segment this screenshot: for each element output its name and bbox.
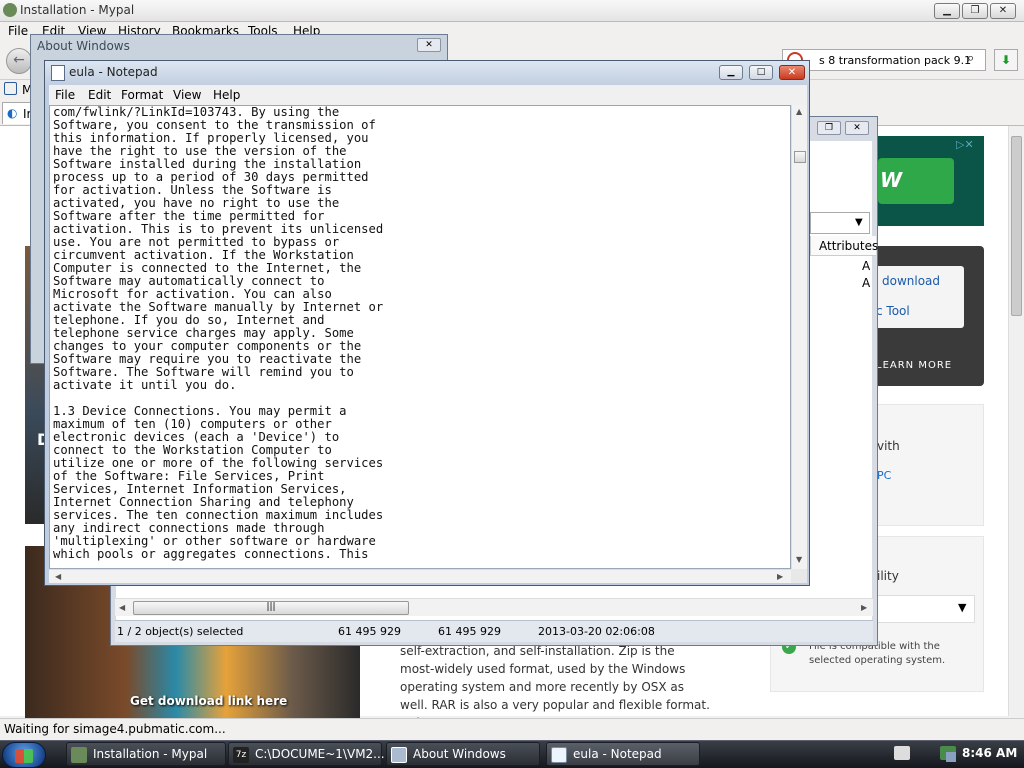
explorer-close-button[interactable]: ✕ [845,121,869,135]
notepad-vscroll-thumb[interactable] [794,151,806,163]
ad-tool-text[interactable]: c Tool [876,304,910,318]
taskbar-item-archive[interactable]: 7z C:\DOCUME~1\VM2... [228,742,385,766]
browser-statusbar: Waiting for simage4.pubmatic.com... [0,718,1024,740]
notepad-minimize-button[interactable]: ▁ [719,65,743,80]
np-scroll-left-icon[interactable]: ◀ [55,572,61,581]
np-menu-format[interactable]: Format [121,88,163,102]
notepad-menubar: File Edit Format View Help [49,85,807,105]
sidebar-text-with: vith [877,439,900,453]
explorer-path-dropdown[interactable]: ▼ [810,212,870,234]
notepad-titlebar: eula - Notepad ▁ □ ✕ [45,61,809,85]
menu-file[interactable]: File [8,24,28,38]
minimize-button[interactable]: ▁ [934,3,960,19]
status-size-2: 61 495 929 [438,625,501,638]
notepad-icon [51,65,65,81]
notepad-close-button[interactable]: ✕ [779,65,805,80]
clock[interactable]: 8:46 AM [962,746,1017,760]
np-menu-help[interactable]: Help [213,88,240,102]
about-task-icon [391,747,407,763]
np-scroll-right-icon[interactable]: ▶ [777,572,783,581]
taskbar-item-notepad[interactable]: eula - Notepad [546,742,700,766]
7zip-task-icon: 7z [233,747,249,763]
bookmark-icon[interactable] [4,82,17,95]
attributes-header-label: Attributes [819,239,879,253]
back-arrow-icon[interactable]: ← [6,48,32,74]
explorer-restore-button[interactable]: ❐ [817,121,841,135]
ad-download-text[interactable]: download [882,274,940,288]
np-menu-file[interactable]: File [55,88,75,102]
explorer-hscrollbar[interactable]: ◀ ||| ▶ [115,598,873,616]
sidebar-link-pc[interactable]: PC [877,469,891,482]
dropdown-arrow-icon: ▼ [855,217,863,228]
taskbar-label-1: Installation - Mypal [93,747,208,761]
chevron-down-icon: ▼ [958,601,967,614]
explorer-statusbar: 1 / 2 object(s) selected 61 495 929 61 4… [115,620,873,642]
tab-favicon-icon: ◐ [7,106,18,120]
browser-status-text: Waiting for simage4.pubmatic.com... [4,722,226,736]
ad-letter: W [880,168,903,192]
about-title: About Windows [37,39,130,53]
scroll-down-icon[interactable]: ▼ [796,555,802,564]
np-menu-view[interactable]: View [173,88,201,102]
attr-cell-2: A [862,276,871,290]
about-close-button[interactable]: ✕ [417,38,441,52]
np-menu-edit[interactable]: Edit [88,88,111,102]
search-input[interactable]: s 8 transformation pack 9.1 ⌕ [782,49,986,71]
notepad-text-area[interactable]: com/fwlink/?LinkId=103743. By using the … [49,105,791,569]
ad-download-button[interactable]: W [878,158,954,204]
notepad-window: eula - Notepad ▁ □ ✕ File Edit Format Vi… [44,60,810,586]
notepad-title: eula - Notepad [69,65,158,79]
notepad-vscrollbar[interactable]: ▲ ▼ [791,105,807,569]
taskbar-label-3: About Windows [413,747,506,761]
game-banner-caption[interactable]: Get download link here [130,694,287,708]
scroll-up-icon[interactable]: ▲ [796,107,802,116]
learn-more-button[interactable]: LEARN MORE [876,360,952,371]
explorer-hscroll-thumb[interactable]: ||| [133,601,409,615]
taskbar-label-4: eula - Notepad [573,747,662,761]
status-date: 2013-03-20 02:06:08 [538,625,655,638]
browser-title: Installation - Mypal [20,3,135,17]
compat-line-2: selected operating system. [809,655,946,666]
search-icon[interactable]: ⌕ [967,51,974,66]
dark-ad-panel[interactable]: download c Tool LEARN MORE [866,246,984,386]
download-arrow-icon[interactable]: ⬇ [994,49,1018,71]
windows-logo-icon [15,749,33,763]
maximize-button[interactable]: ❐ [962,3,988,19]
close-button[interactable]: ✕ [990,3,1016,19]
column-header-attributes[interactable]: Attributes [810,236,879,256]
attr-cell-1: A [862,259,871,273]
status-size-1: 61 495 929 [338,625,401,638]
os-select[interactable]: ▼ [871,595,975,623]
status-selected: 1 / 2 object(s) selected [117,625,244,638]
scroll-right-icon[interactable]: ▶ [861,603,867,612]
browser-titlebar: Installation - Mypal ▁ ❐ ✕ [0,0,1024,22]
mypal-logo-icon [3,3,17,17]
scroll-left-icon[interactable]: ◀ [119,603,125,612]
notepad-maximize-button[interactable]: □ [749,65,773,80]
start-button[interactable] [2,742,46,768]
ad-white-box: download c Tool [866,266,964,328]
volume-tray-icon[interactable] [946,752,956,762]
mypal-task-icon [71,747,87,763]
search-query-text: s 8 transformation pack 9.1 [819,54,972,67]
notepad-hscrollbar[interactable]: ◀ ▶ [49,569,791,583]
green-ad-banner[interactable]: W ▷✕ [866,136,984,226]
keyboard-tray-icon[interactable] [894,746,910,760]
taskbar-item-about[interactable]: About Windows [386,742,540,766]
page-scrollbar[interactable] [1008,126,1024,716]
notepad-task-icon [551,747,567,763]
taskbar-label-2: C:\DOCUME~1\VM2... [255,747,385,761]
ad-info-icon[interactable]: ▷✕ [956,138,974,151]
sidebar-text-ility: ility [877,569,899,583]
eula-text: com/fwlink/?LinkId=103743. By using the … [53,105,384,561]
taskbar-item-mypal[interactable]: Installation - Mypal [66,742,226,766]
page-scrollbar-thumb[interactable] [1011,136,1022,316]
notepad-size-grip[interactable] [791,569,807,583]
